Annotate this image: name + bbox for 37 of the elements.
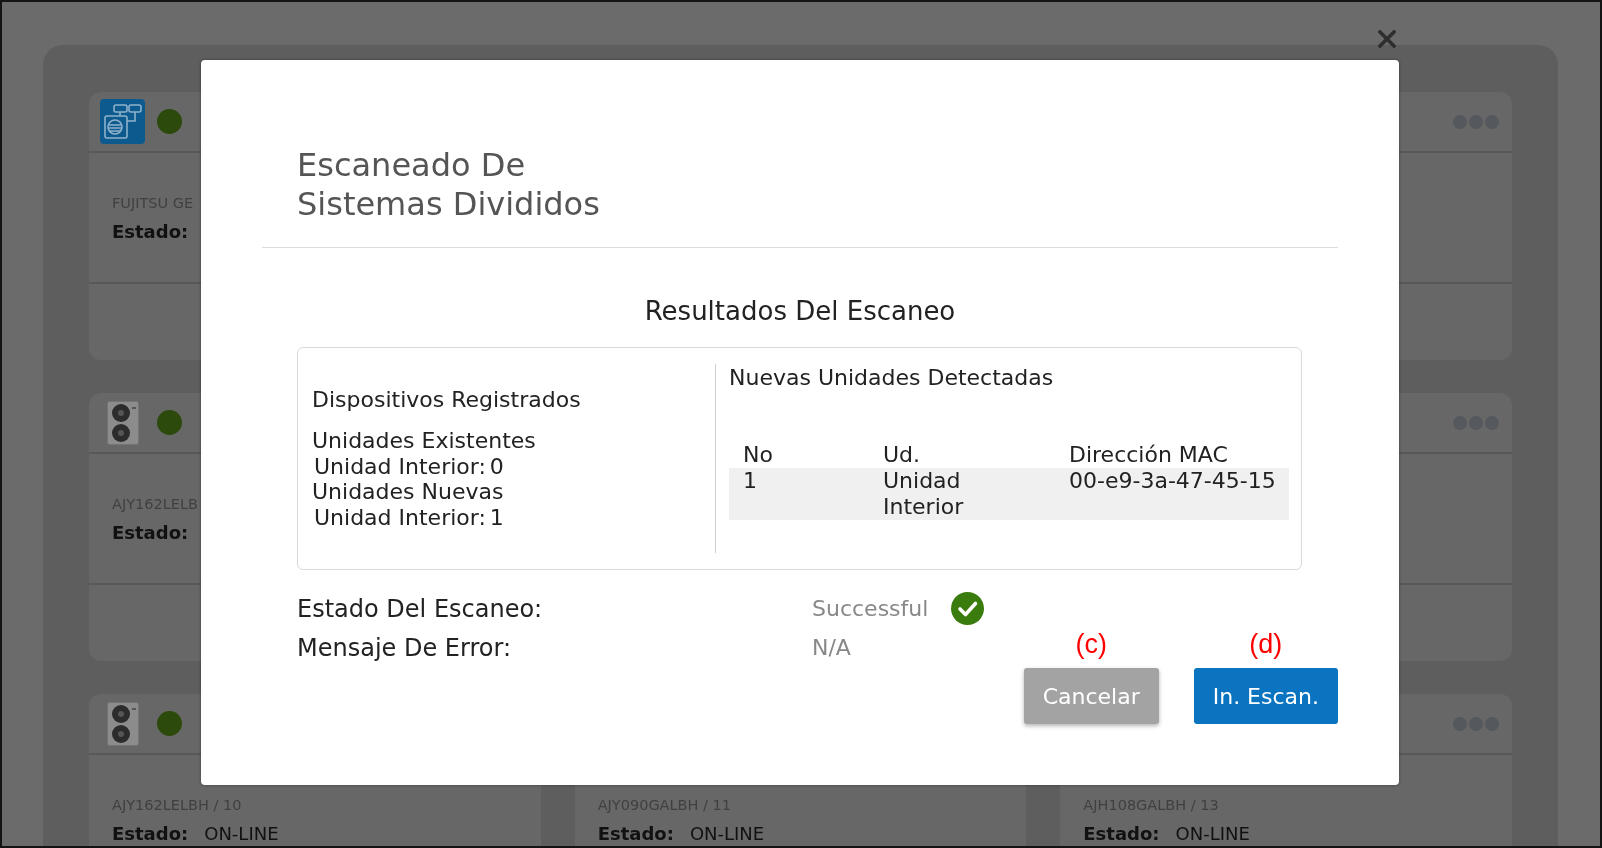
- status-label: Estado Del Escaneo:: [297, 593, 543, 624]
- status-label: Estado:: [112, 822, 189, 846]
- table-cell: 1: [743, 468, 757, 494]
- count-value: 1: [489, 504, 504, 530]
- callout-label: (d): [1249, 628, 1283, 660]
- split-system-icon: [100, 99, 145, 144]
- status-label: Estado:: [112, 220, 189, 244]
- group-label: Unidades Nuevas: [312, 479, 504, 505]
- callout-label: (c): [1075, 628, 1107, 660]
- detected-heading: Nuevas Unidades Detectadas: [729, 365, 1054, 391]
- check-icon: [951, 592, 985, 625]
- count-value: 0: [489, 453, 504, 479]
- group-label: Unidades Existentes: [312, 428, 536, 454]
- column-header: No: [743, 442, 773, 468]
- status-label: Estado:: [1083, 822, 1160, 846]
- status-value: N/A: [812, 633, 851, 662]
- section-heading: Resultados Del Escaneo: [644, 296, 956, 326]
- count-label: Unidad Interior:: [314, 453, 486, 479]
- scan-button[interactable]: In. Escan.: [1193, 668, 1338, 724]
- status-label: Mensaje De Error:: [297, 632, 511, 663]
- count-label: Unidad Interior:: [314, 504, 486, 530]
- table-cell-text: Unidad Interior: [883, 468, 965, 520]
- column-header: Dirección MAC: [1069, 442, 1228, 468]
- close-icon[interactable]: [1378, 30, 1396, 48]
- table-cell: 00-e9-3a-47-45-15: [1069, 468, 1276, 494]
- dialog-title: Escaneado De Sistemas Divididos: [297, 146, 600, 224]
- cancel-button[interactable]: Cancelar: [1023, 668, 1159, 724]
- outdoor-unit-icon: [106, 701, 139, 746]
- status-label: Estado:: [112, 521, 189, 545]
- column-header: Ud.: [883, 442, 921, 468]
- registered-heading: Dispositivos Registrados: [312, 387, 581, 413]
- status-label: Estado:: [597, 822, 674, 846]
- status-value: ON-LINE: [689, 822, 765, 846]
- outdoor-unit-icon: [106, 400, 139, 445]
- status-value: ON-LINE: [204, 822, 279, 846]
- status-value: Successful: [812, 594, 929, 623]
- status-value: ON-LINE: [1175, 822, 1250, 846]
